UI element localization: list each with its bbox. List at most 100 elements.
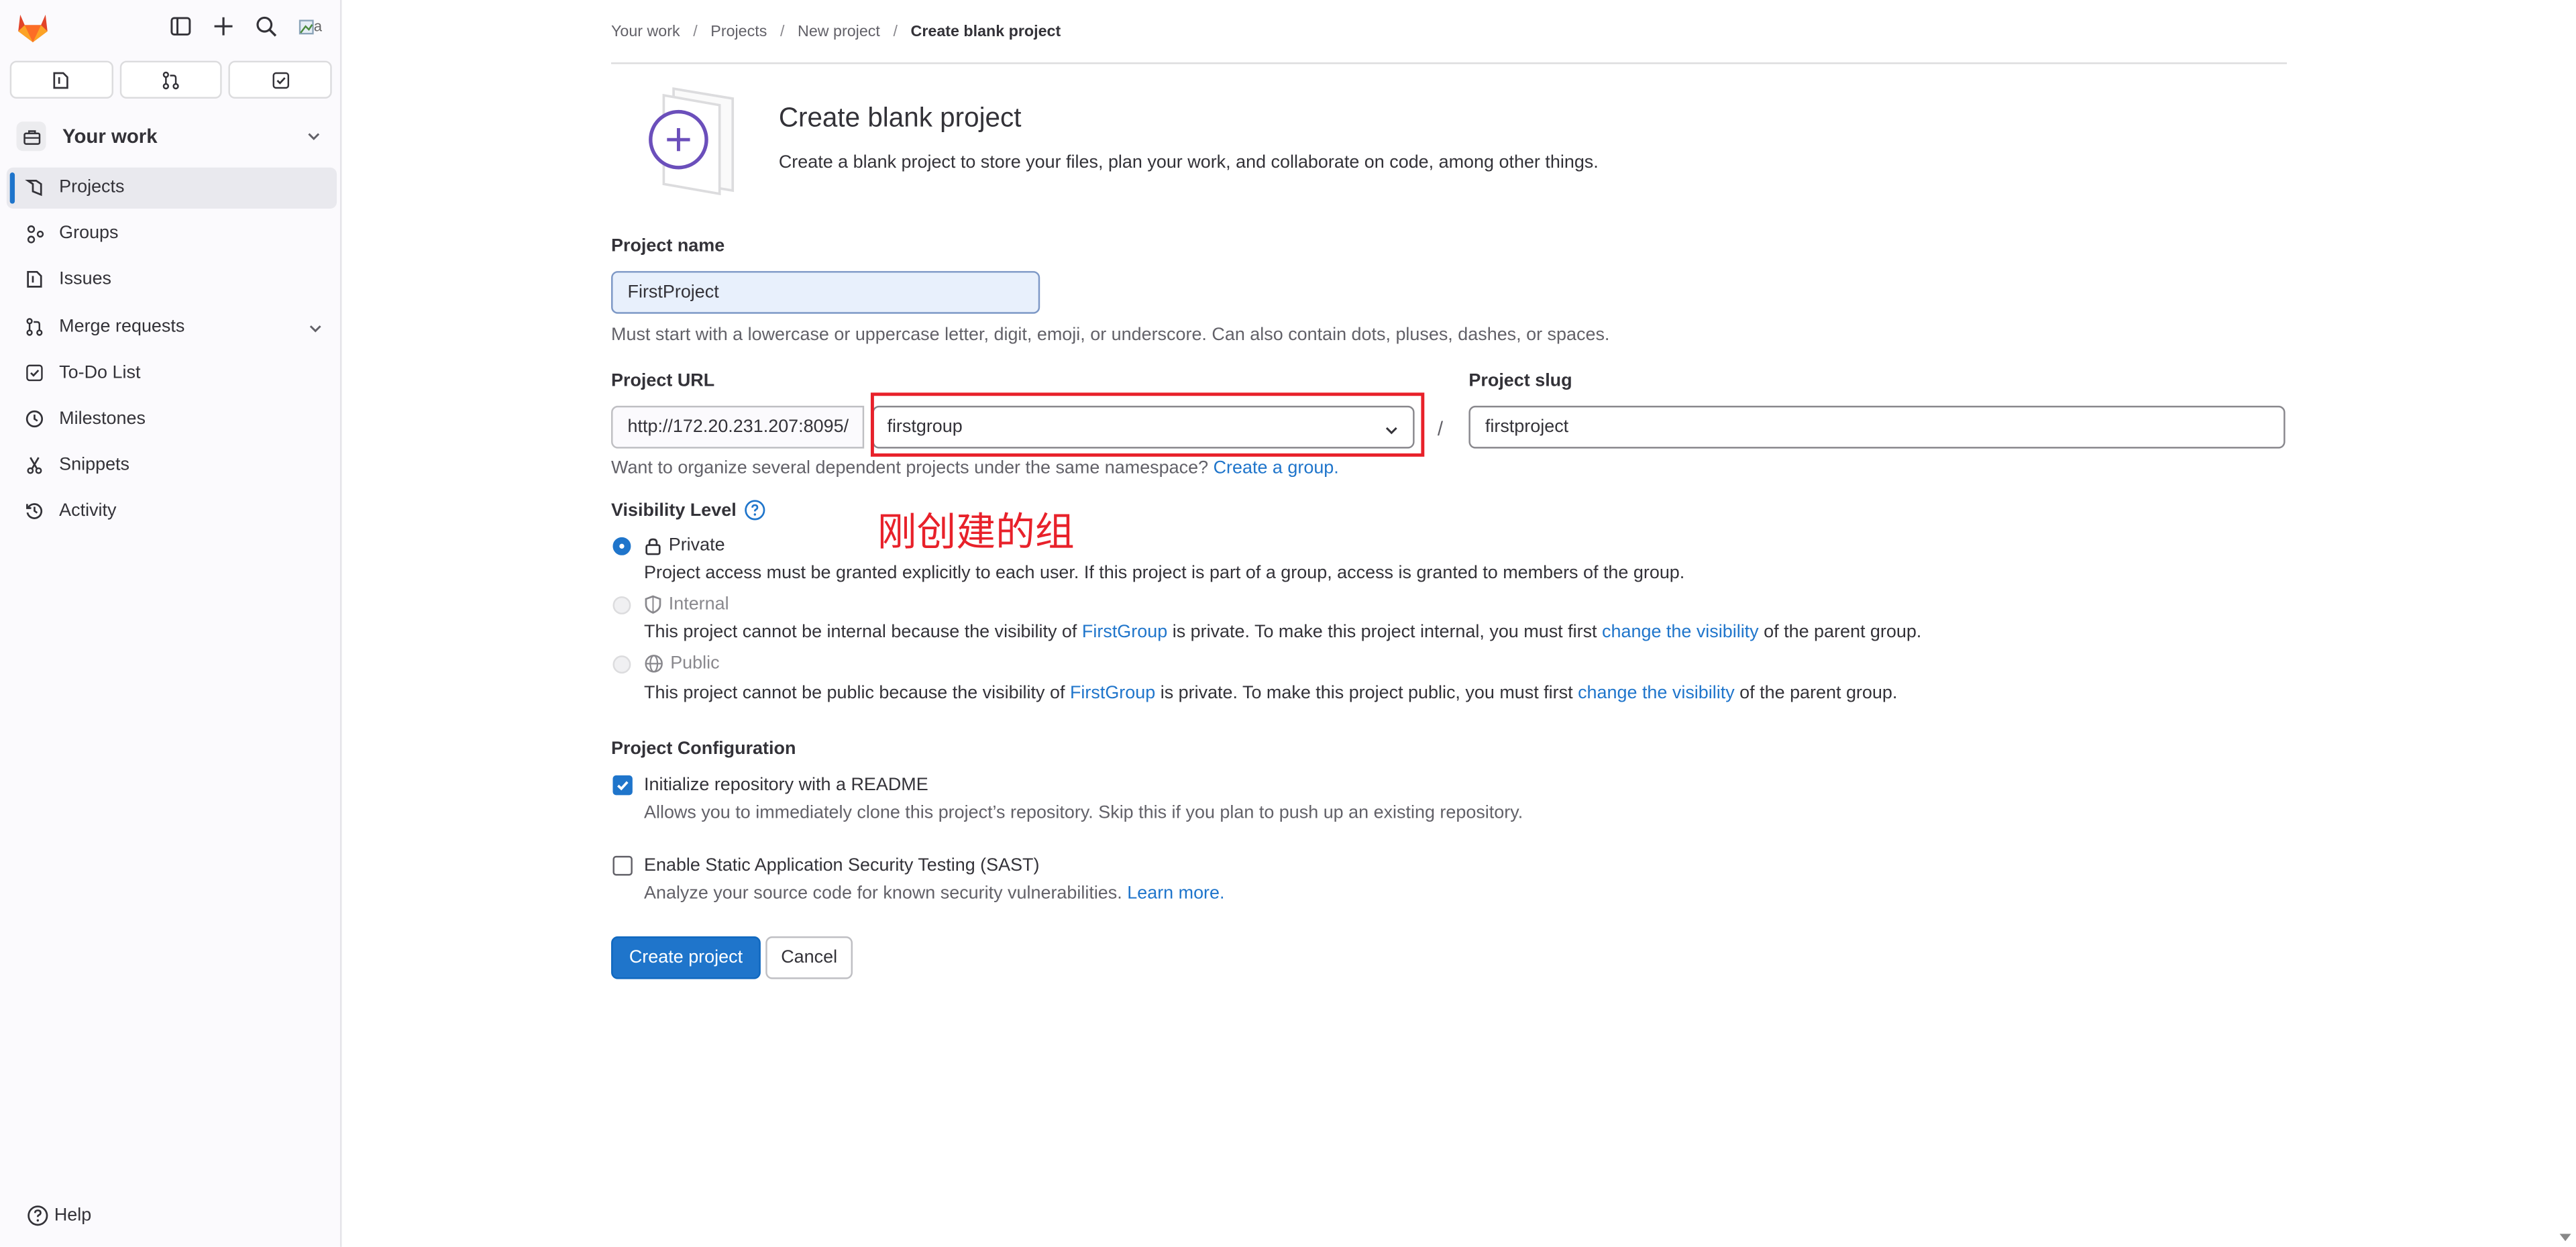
breadcrumb-divider xyxy=(611,62,2288,64)
todo-button[interactable] xyxy=(229,60,332,99)
sidebar-item-label: Projects xyxy=(59,177,125,197)
issues-icon xyxy=(54,71,69,89)
breadcrumb-separator: / xyxy=(780,23,785,42)
sidebar-item-projects[interactable]: Projects xyxy=(6,167,337,209)
breadcrumb-separator: / xyxy=(693,23,698,42)
merge-requests-button[interactable] xyxy=(119,60,223,99)
visibility-public-radio xyxy=(612,655,631,674)
shield-icon xyxy=(645,595,661,614)
cancel-button[interactable]: Cancel xyxy=(765,936,853,979)
sidebar-toggle-icon[interactable] xyxy=(168,13,194,40)
history-icon xyxy=(23,500,46,523)
sidebar-item-label: Milestones xyxy=(59,409,146,429)
public-desc-part: is private. To make this project public,… xyxy=(1160,683,1573,704)
sidebar-item-label: Activity xyxy=(59,501,117,522)
visibility-private-radio[interactable] xyxy=(612,537,631,555)
sidebar-counters xyxy=(9,60,332,101)
page-description: Create a blank project to store your fil… xyxy=(778,152,1599,173)
url-separator: / xyxy=(1437,417,1444,441)
plus-icon[interactable] xyxy=(210,13,236,40)
issues-icon xyxy=(23,268,46,291)
assigned-issues-button[interactable] xyxy=(9,60,113,99)
breadcrumb-new-project[interactable]: New project xyxy=(798,23,880,41)
gitlab-logo-icon[interactable] xyxy=(15,10,51,46)
help-button[interactable]: Help xyxy=(26,1204,91,1227)
sidebar-item-issues[interactable]: Issues xyxy=(7,260,337,301)
chevron-down-icon[interactable] xyxy=(307,319,323,335)
breadcrumb-your-work[interactable]: Your work xyxy=(611,23,680,41)
namespace-select[interactable]: firstgroup xyxy=(872,405,1415,449)
context-switcher[interactable]: Your work xyxy=(10,115,335,158)
visibility-internal-radio xyxy=(612,596,631,614)
search-icon[interactable] xyxy=(253,13,279,40)
project-slug-label: Project slug xyxy=(1468,371,1572,391)
sidebar-item-groups[interactable]: Groups xyxy=(7,214,337,255)
sidebar-item-merge-requests[interactable]: Merge requests xyxy=(7,307,337,347)
sidebar-item-label: To-Do List xyxy=(59,362,141,383)
internal-desc-part: of the parent group. xyxy=(1764,622,1922,643)
sast-help: Analyze your source code for known secur… xyxy=(644,884,1224,904)
namespace-help: Want to organize several dependent proje… xyxy=(611,458,1339,478)
todo-icon xyxy=(272,71,289,89)
internal-desc-part: This project cannot be internal because … xyxy=(644,622,1077,643)
sast-label[interactable]: Enable Static Application Security Testi… xyxy=(644,856,1039,875)
breadcrumb-projects[interactable]: Projects xyxy=(710,23,767,41)
project-name-help: Must start with a lowercase or uppercase… xyxy=(611,325,1610,345)
visibility-public-label: Public xyxy=(670,653,720,674)
page-title: Create blank project xyxy=(778,103,1022,133)
firstgroup-link[interactable]: FirstGroup xyxy=(1070,684,1155,703)
globe-icon xyxy=(645,655,663,673)
change-visibility-link[interactable]: change the visibility xyxy=(1602,622,1759,642)
avatar-alt-text: a xyxy=(313,17,323,35)
sidebar-item-activity[interactable]: Activity xyxy=(7,492,337,533)
blank-project-illustration-icon xyxy=(649,87,735,196)
readme-checkbox[interactable] xyxy=(612,775,633,796)
create-group-link[interactable]: Create a group. xyxy=(1214,458,1339,478)
briefcase-icon xyxy=(16,121,46,152)
context-label: Your work xyxy=(62,125,158,148)
milestone-icon xyxy=(23,407,46,430)
scroll-down-arrow-icon[interactable] xyxy=(2558,1230,2571,1244)
help-label: Help xyxy=(54,1205,92,1226)
project-icon xyxy=(23,176,46,199)
visibility-public-desc: This project cannot be public because th… xyxy=(644,684,1897,703)
visibility-level-label: Visibility Level xyxy=(611,499,766,521)
visibility-level-text: Visibility Level xyxy=(611,500,737,521)
project-configuration-title: Project Configuration xyxy=(611,739,796,759)
change-visibility-link[interactable]: change the visibility xyxy=(1578,684,1735,703)
merge-request-icon xyxy=(162,70,179,89)
public-desc-part: of the parent group. xyxy=(1739,683,1898,704)
todo-icon xyxy=(23,361,46,384)
sidebar-header: a xyxy=(0,0,341,56)
create-project-button[interactable]: Create project xyxy=(611,936,761,979)
breadcrumb-current[interactable]: Create blank project xyxy=(911,23,1061,41)
sidebar-item-snippets[interactable]: Snippets xyxy=(7,445,337,486)
readme-label[interactable]: Initialize repository with a README xyxy=(644,775,928,795)
sidebar: a Your work Projects Groups Issues Merge… xyxy=(0,0,342,1247)
snippet-icon xyxy=(23,453,46,476)
sidebar-item-milestones[interactable]: Milestones xyxy=(7,399,337,440)
sidebar-item-todo-list[interactable]: To-Do List xyxy=(7,353,337,394)
project-name-input[interactable]: FirstProject xyxy=(611,271,1040,314)
firstgroup-link[interactable]: FirstGroup xyxy=(1082,622,1167,642)
group-icon xyxy=(23,222,46,245)
readme-help: Allows you to immediately clone this pro… xyxy=(644,803,1523,823)
sast-checkbox[interactable] xyxy=(612,855,633,876)
lock-icon xyxy=(645,537,661,555)
annotation-text: 刚创建的组 xyxy=(877,509,1075,555)
visibility-internal-label: Internal xyxy=(668,594,729,614)
sidebar-item-label: Issues xyxy=(59,270,112,290)
namespace-help-text: Want to organize several dependent proje… xyxy=(611,458,1209,478)
avatar[interactable]: a xyxy=(294,11,327,41)
visibility-private-option[interactable]: Private xyxy=(644,535,725,555)
chevron-down-icon xyxy=(1385,427,1397,435)
project-slug-input[interactable]: firstproject xyxy=(1468,405,2286,449)
learn-more-link[interactable]: Learn more. xyxy=(1127,884,1224,904)
visibility-private-label: Private xyxy=(668,535,725,555)
question-icon xyxy=(28,1205,48,1226)
public-desc-part: This project cannot be public because th… xyxy=(644,683,1065,704)
project-name-label: Project name xyxy=(611,236,725,257)
question-icon[interactable] xyxy=(745,499,766,521)
breadcrumb: Your work / Projects / New project / Cre… xyxy=(611,23,1061,41)
sidebar-nav: Projects Groups Issues Merge requests To… xyxy=(6,167,337,538)
